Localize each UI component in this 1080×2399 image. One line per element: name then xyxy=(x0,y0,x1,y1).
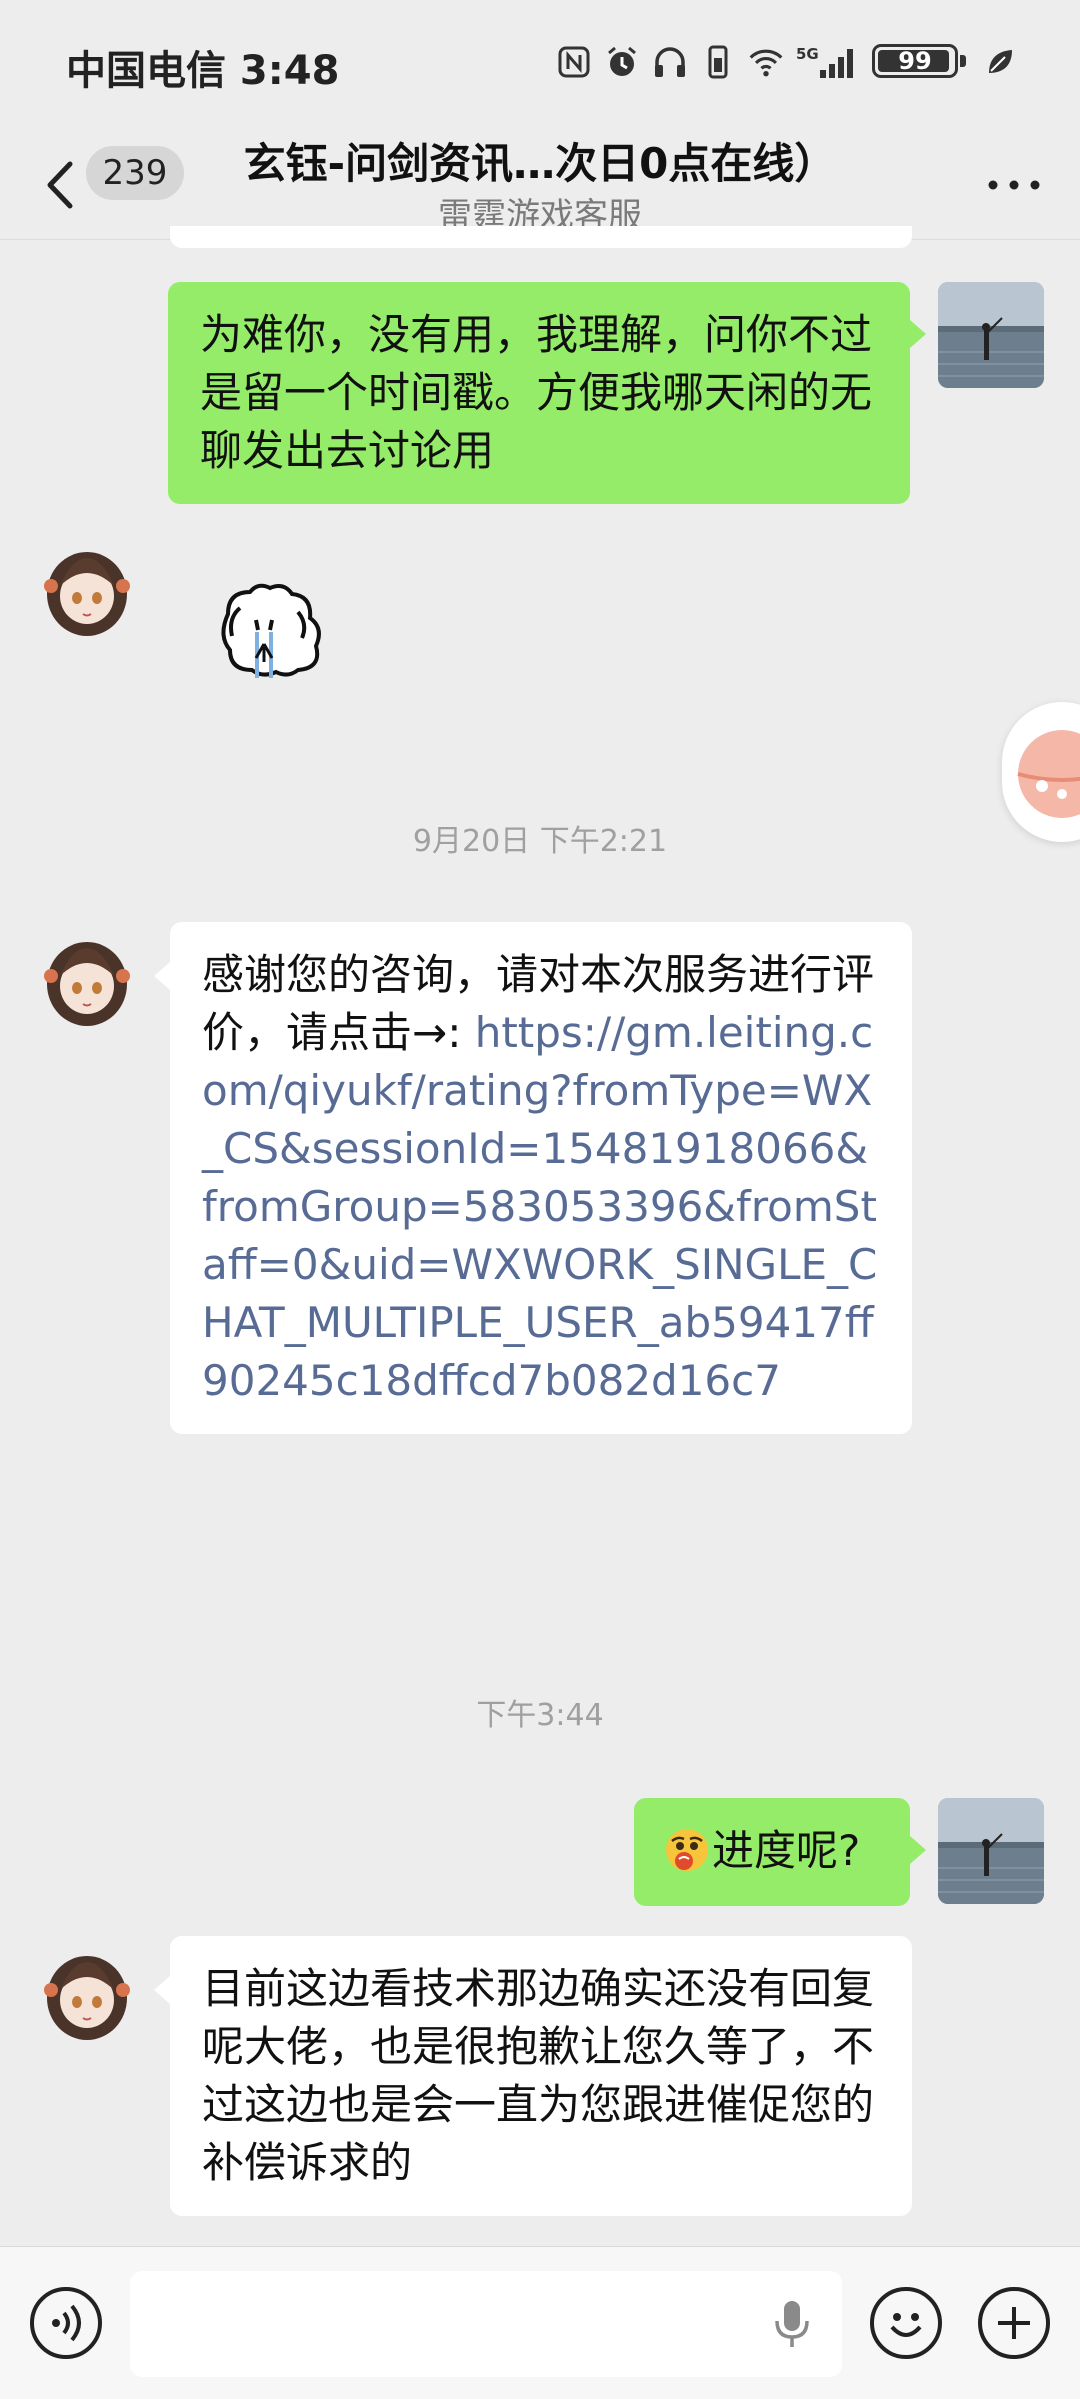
self-message-bubble[interactable]: 为难你，没有用，我理解，问你不过是留一个时间戳。方便我哪天闲的无聊发出去讨论用 xyxy=(168,282,910,504)
chat-header: 239 玄钰-问剑资讯…次日0点在线） 雷霆游戏客服 xyxy=(0,130,1080,240)
agent-avatar[interactable] xyxy=(34,924,140,1030)
nfc-icon xyxy=(556,44,592,80)
anime-girl-avatar-icon xyxy=(34,924,140,1030)
smiley-icon xyxy=(890,2313,922,2337)
message-input[interactable] xyxy=(130,2271,842,2377)
thinking-emoji-icon xyxy=(662,1825,712,1875)
voice-waves-icon xyxy=(52,2304,81,2342)
message-text: 目前这边看技术那边确实还没有回复呢大佬，也是很抱歉让您久等了，不过这边也是会一直… xyxy=(202,1964,875,2187)
leaf-icon xyxy=(982,44,1018,80)
status-bar: 中国电信 3:48 5G 99 xyxy=(0,0,1080,130)
more-functions-button[interactable] xyxy=(978,2287,1050,2359)
bubble-tail xyxy=(154,962,170,990)
message-text: 为难你，没有用，我理解，问你不过是留一个时间戳。方便我哪天闲的无聊发出去讨论用 xyxy=(200,310,873,475)
agent-message-bubble[interactable]: 感谢您的咨询，请对本次服务进行评价，请点击→: https://gm.leiti… xyxy=(170,922,912,1434)
sticker-image[interactable] xyxy=(200,574,330,704)
back-button[interactable] xyxy=(38,150,88,220)
previous-message-bubble[interactable] xyxy=(170,226,912,248)
chevron-left-icon xyxy=(47,161,73,209)
bubble-tail xyxy=(154,1976,170,2004)
rating-link[interactable]: https://gm.leiting.com/qiyukf/rating?fro… xyxy=(202,1008,877,1405)
agent-avatar[interactable] xyxy=(34,534,140,640)
agent-avatar[interactable] xyxy=(34,1938,140,2044)
more-icon xyxy=(988,180,1040,190)
self-avatar[interactable] xyxy=(938,282,1044,388)
vibrate-icon xyxy=(700,44,736,80)
more-options-button[interactable] xyxy=(984,170,1044,200)
5g-signal-icon: 5G xyxy=(796,44,860,80)
voice-mode-button[interactable] xyxy=(30,2287,102,2359)
timestamp: 9月20日 下午2:21 xyxy=(412,824,668,859)
agent-message-bubble[interactable]: 目前这边看技术那边确实还没有回复呢大佬，也是很抱歉让您久等了，不过这边也是会一直… xyxy=(170,1936,912,2216)
alarm-icon xyxy=(604,44,640,80)
svg-text:5G: 5G xyxy=(796,45,819,63)
self-avatar[interactable] xyxy=(938,1798,1044,1904)
status-icons: 5G 99 xyxy=(556,42,1018,82)
self-message-bubble[interactable]: 进度呢? xyxy=(634,1798,910,1906)
anime-girl-avatar-icon xyxy=(34,534,140,640)
carrier-time: 中国电信 3:48 xyxy=(66,48,340,94)
lake-photo-avatar-icon xyxy=(938,282,1044,388)
headphones-icon xyxy=(652,44,688,80)
input-bar xyxy=(0,2246,1080,2399)
chat-title: 玄钰-问剑资讯…次日0点在线） xyxy=(243,139,837,188)
battery-level: 99 xyxy=(898,47,932,75)
timestamp: 下午3:44 xyxy=(476,1698,604,1733)
crying-dog-sticker-icon xyxy=(221,583,321,678)
microphone-icon[interactable] xyxy=(772,2297,812,2353)
battery-icon: 99 xyxy=(872,42,970,82)
emoji-button[interactable] xyxy=(870,2287,942,2359)
wifi-icon xyxy=(748,44,784,80)
lake-photo-avatar-icon xyxy=(938,1798,1044,1904)
plus-icon xyxy=(998,2307,1030,2339)
anime-girl-avatar-icon xyxy=(34,1938,140,2044)
bubble-tail xyxy=(910,320,926,348)
bubble-tail xyxy=(910,1836,926,1864)
message-text: 进度呢? xyxy=(712,1826,861,1875)
